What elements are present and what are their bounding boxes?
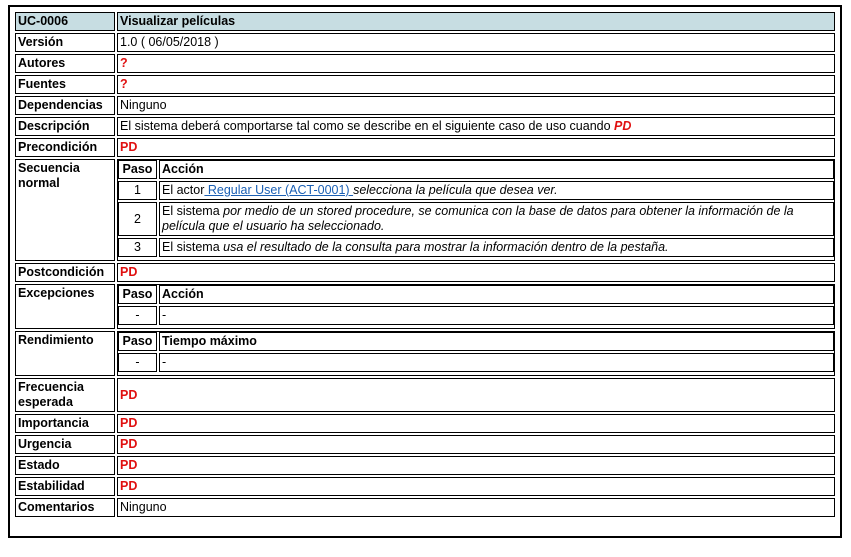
estado-value: PD — [117, 456, 835, 475]
secuencia-table: Paso Acción 1 El actor Regular User (ACT… — [116, 158, 836, 259]
rendimiento-paso: - — [118, 353, 157, 372]
descripcion-row: Descripción El sistema deberá comportars… — [15, 117, 835, 136]
postcondicion-row: Postcondición PD — [15, 263, 835, 282]
postcondicion-value: PD — [117, 263, 835, 282]
comentarios-row: Comentarios Ninguno — [15, 498, 835, 517]
dependencias-value: Ninguno — [117, 96, 835, 115]
excepciones-col-accion: Acción — [159, 285, 834, 304]
precondicion-label: Precondición — [15, 138, 115, 157]
rendimiento-table: Paso Tiempo máximo - - — [116, 330, 836, 374]
dependencias-label: Dependencias — [15, 96, 115, 115]
step-actor-text: El sistema — [162, 204, 220, 218]
use-case-id: UC-0006 — [15, 12, 115, 31]
comentarios-label: Comentarios — [15, 498, 115, 517]
secuencia-row: Secuencia normal Paso Acción 1 El actor … — [15, 159, 835, 261]
urgencia-row: Urgencia PD — [15, 435, 835, 454]
importancia-label: Importancia — [15, 414, 115, 433]
estabilidad-row: Estabilidad PD — [15, 477, 835, 496]
estado-label: Estado — [15, 456, 115, 475]
use-case-title: Visualizar películas — [117, 12, 835, 31]
importancia-value: PD — [117, 414, 835, 433]
rendimiento-header: Paso Tiempo máximo — [118, 332, 834, 351]
step-action: El actor Regular User (ACT-0001) selecci… — [159, 181, 834, 200]
excepciones-cell: Paso Acción - - — [117, 284, 835, 329]
precondicion-value: PD — [117, 138, 835, 157]
step-number: 1 — [118, 181, 157, 200]
excepciones-label: Excepciones — [15, 284, 115, 329]
secuencia-col-accion: Acción — [159, 160, 834, 179]
estado-row: Estado PD — [15, 456, 835, 475]
excepciones-table: Paso Acción - - — [116, 283, 836, 327]
autores-label: Autores — [15, 54, 115, 73]
step-row: 2 El sistema por medio de un stored proc… — [118, 202, 834, 236]
secuencia-col-paso: Paso — [118, 160, 157, 179]
use-case-frame: UC-0006 Visualizar películas Versión 1.0… — [8, 5, 842, 538]
step-row: 1 El actor Regular User (ACT-0001) selec… — [118, 181, 834, 200]
use-case-table: UC-0006 Visualizar películas Versión 1.0… — [13, 10, 837, 519]
step-actor-text: El sistema — [162, 240, 220, 254]
rendimiento-row: Rendimiento Paso Tiempo máximo - - — [15, 331, 835, 376]
excepciones-header: Paso Acción — [118, 285, 834, 304]
excepciones-col-paso: Paso — [118, 285, 157, 304]
rendimiento-label: Rendimiento — [15, 331, 115, 376]
step-row: 3 El sistema usa el resultado de la cons… — [118, 238, 834, 257]
step-action-text: usa el resultado de la consulta para mos… — [219, 240, 669, 254]
urgencia-label: Urgencia — [15, 435, 115, 454]
fuentes-value: ? — [117, 75, 835, 94]
excepciones-row: Excepciones Paso Acción - - — [15, 284, 835, 329]
excepciones-accion: - — [159, 306, 834, 325]
frecuencia-label: Frecuencia esperada — [15, 378, 115, 412]
autores-value: ? — [117, 54, 835, 73]
step-number: 2 — [118, 202, 157, 236]
precondicion-row: Precondición PD — [15, 138, 835, 157]
fuentes-label: Fuentes — [15, 75, 115, 94]
descripcion-text: El sistema deberá comportarse tal como s… — [120, 119, 611, 133]
fuentes-row: Fuentes ? — [15, 75, 835, 94]
rendimiento-data-row: - - — [118, 353, 834, 372]
rendimiento-col-tiempo: Tiempo máximo — [159, 332, 834, 351]
postcondicion-label: Postcondición — [15, 263, 115, 282]
version-label: Versión — [15, 33, 115, 52]
dependencias-row: Dependencias Ninguno — [15, 96, 835, 115]
descripcion-label: Descripción — [15, 117, 115, 136]
autores-row: Autores ? — [15, 54, 835, 73]
urgencia-value: PD — [117, 435, 835, 454]
frecuencia-value: PD — [117, 378, 835, 412]
actor-link[interactable]: Regular User (ACT-0001) — [204, 183, 353, 197]
rendimiento-col-paso: Paso — [118, 332, 157, 351]
secuencia-label: Secuencia normal — [15, 159, 115, 261]
secuencia-header: Paso Acción — [118, 160, 834, 179]
version-row: Versión 1.0 ( 06/05/2018 ) — [15, 33, 835, 52]
rendimiento-tiempo: - — [159, 353, 834, 372]
excepciones-data-row: - - — [118, 306, 834, 325]
step-number: 3 — [118, 238, 157, 257]
importancia-row: Importancia PD — [15, 414, 835, 433]
step-action-text: por medio de un stored procedure, se com… — [162, 204, 794, 233]
step-action: El sistema por medio de un stored proced… — [159, 202, 834, 236]
secuencia-cell: Paso Acción 1 El actor Regular User (ACT… — [117, 159, 835, 261]
rendimiento-cell: Paso Tiempo máximo - - — [117, 331, 835, 376]
step-action: El sistema usa el resultado de la consul… — [159, 238, 834, 257]
step-actor-text: El actor — [162, 183, 205, 197]
descripcion-cell: El sistema deberá comportarse tal como s… — [117, 117, 835, 136]
version-value: 1.0 ( 06/05/2018 ) — [117, 33, 835, 52]
header-row: UC-0006 Visualizar películas — [15, 12, 835, 31]
descripcion-tag: PD — [614, 119, 632, 133]
step-action-text: selecciona la película que desea ver. — [353, 183, 558, 197]
comentarios-value: Ninguno — [117, 498, 835, 517]
frecuencia-row: Frecuencia esperada PD — [15, 378, 835, 412]
estabilidad-label: Estabilidad — [15, 477, 115, 496]
excepciones-paso: - — [118, 306, 157, 325]
estabilidad-value: PD — [117, 477, 835, 496]
